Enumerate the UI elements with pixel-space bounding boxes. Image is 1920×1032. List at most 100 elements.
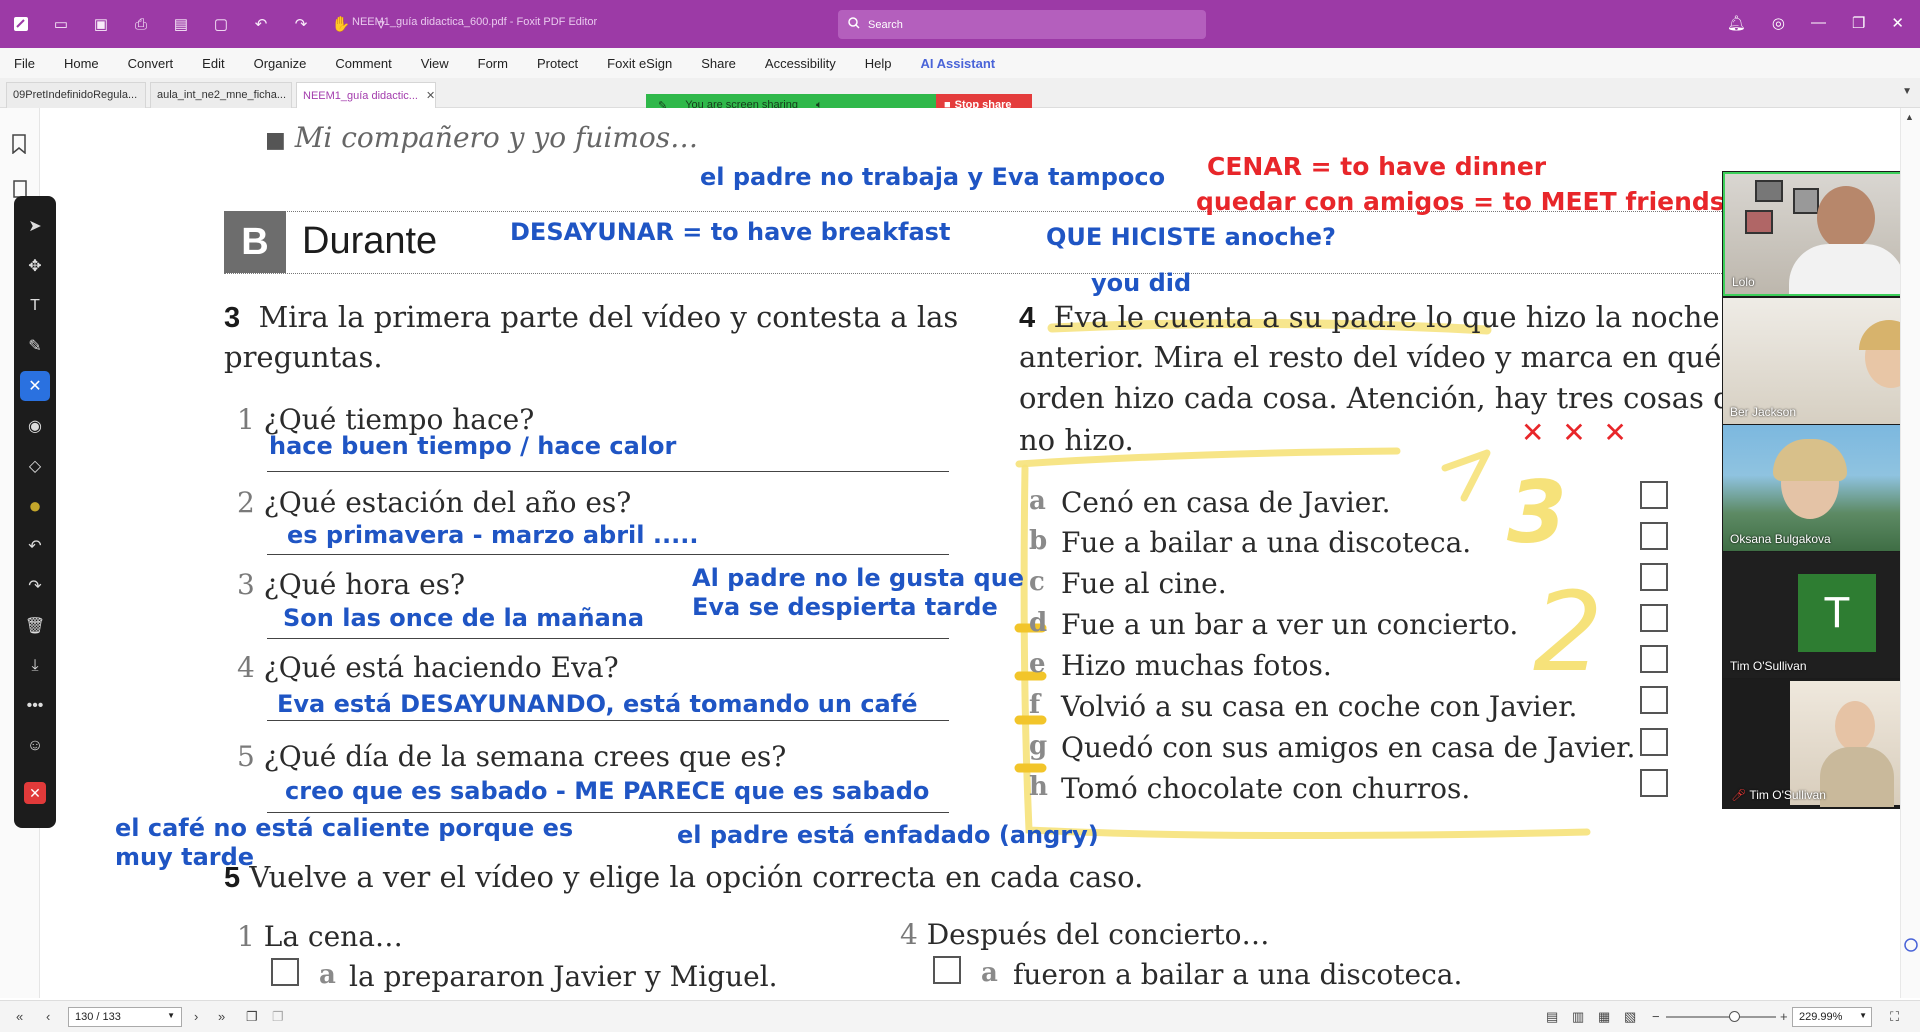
video-tile-ber-jackson[interactable]: Ber Jackson bbox=[1723, 298, 1919, 424]
menu-form[interactable]: Form bbox=[478, 56, 508, 71]
facing-view-icon[interactable]: ▦ bbox=[1598, 1009, 1610, 1025]
menu-help[interactable]: Help bbox=[865, 56, 892, 71]
zoom-slider-thumb[interactable] bbox=[1729, 1011, 1741, 1022]
menu-file[interactable]: File bbox=[14, 56, 35, 71]
menu-protect[interactable]: Protect bbox=[537, 56, 578, 71]
page-dropdown-icon[interactable]: ▼ bbox=[167, 1011, 175, 1020]
video-tile-lolo[interactable]: Lolo bbox=[1723, 172, 1919, 296]
fullscreen-icon[interactable]: ⛶ bbox=[1890, 1009, 1899, 1025]
menu-view[interactable]: View bbox=[421, 56, 449, 71]
first-page-icon[interactable]: « bbox=[16, 1009, 23, 1024]
save-icon[interactable]: ▣ bbox=[92, 15, 110, 33]
answer-annotation: Eva está DESAYUNANDO, está tomando un ca… bbox=[277, 690, 918, 718]
participant-name: Ber Jackson bbox=[1730, 405, 1797, 419]
close-toolbox-icon[interactable]: ✕ bbox=[24, 782, 46, 804]
scroll-up-icon[interactable]: ▲ bbox=[1905, 112, 1914, 122]
hand-tool-icon[interactable]: ✋ bbox=[332, 15, 351, 33]
close-icon[interactable]: ✕ bbox=[1891, 14, 1904, 32]
restore-icon[interactable]: ❐ bbox=[1852, 14, 1865, 32]
zoom-dropdown-icon[interactable]: ▼ bbox=[1859, 1011, 1867, 1020]
menu-ai-assistant[interactable]: AI Assistant bbox=[920, 56, 995, 71]
page-number-input[interactable]: 130 / 133 ▼ bbox=[68, 1007, 182, 1027]
video-tile-tim-camera[interactable]: 🎤︎ Tim O'Sullivan bbox=[1723, 679, 1919, 807]
video-tile-oksana[interactable]: Oksana Bulgakova bbox=[1723, 425, 1919, 551]
next-page-icon[interactable]: › bbox=[194, 1009, 198, 1024]
previous-page-icon[interactable]: ‹ bbox=[46, 1009, 50, 1024]
menu-edit[interactable]: Edit bbox=[202, 56, 224, 71]
exercise-4-line-3: orden hizo cada cosa. Atención, hay tres… bbox=[1019, 381, 1722, 415]
participant-icon[interactable]: ☺ bbox=[20, 726, 50, 766]
option-checkbox[interactable] bbox=[271, 958, 299, 986]
print-icon[interactable]: ⎙ bbox=[132, 15, 150, 33]
option-checkbox[interactable] bbox=[1640, 728, 1668, 756]
search-input[interactable]: Search bbox=[838, 10, 1206, 39]
menu-home[interactable]: Home bbox=[64, 56, 99, 71]
option-letter: b bbox=[1029, 526, 1048, 556]
zoom-in-icon[interactable]: + bbox=[1780, 1009, 1788, 1024]
undo-icon[interactable]: ↶ bbox=[252, 15, 270, 33]
move-icon[interactable]: ✥ bbox=[20, 246, 50, 286]
compare-icon[interactable]: ❐ bbox=[272, 1009, 284, 1025]
ai-assistant-icon[interactable] bbox=[1904, 938, 1918, 952]
tab-document-3[interactable]: NEEM1_guía didactic... ✕ bbox=[296, 82, 436, 108]
menu-convert[interactable]: Convert bbox=[128, 56, 174, 71]
option-checkbox[interactable] bbox=[1640, 645, 1668, 673]
option-checkbox[interactable] bbox=[1640, 686, 1668, 714]
tab-document-1[interactable]: 09PretIndefinidoRegula... bbox=[6, 82, 146, 108]
redo-icon[interactable]: ↷ bbox=[292, 15, 310, 33]
option-checkbox[interactable] bbox=[933, 956, 961, 984]
zoom-out-icon[interactable]: − bbox=[1652, 1009, 1660, 1024]
vertical-scrollbar[interactable]: ▲ bbox=[1900, 108, 1920, 998]
menu-share[interactable]: Share bbox=[701, 56, 736, 71]
menu-accessibility[interactable]: Accessibility bbox=[765, 56, 836, 71]
cross-tool-icon[interactable]: ✕ bbox=[20, 371, 50, 401]
video-tile-tim-avatar[interactable]: T Tim O'Sullivan bbox=[1723, 552, 1919, 678]
new-doc-icon[interactable]: ▤ bbox=[172, 15, 190, 33]
tab-document-2[interactable]: aula_int_ne2_mne_ficha... bbox=[150, 82, 292, 108]
select-arrow-icon[interactable]: ➤ bbox=[20, 206, 50, 246]
more-icon[interactable]: ••• bbox=[20, 686, 50, 726]
close-tab-icon[interactable]: ✕ bbox=[426, 90, 435, 102]
option-letter: f bbox=[1029, 690, 1041, 720]
option-checkbox[interactable] bbox=[1640, 769, 1668, 797]
option-checkbox[interactable] bbox=[1640, 604, 1668, 632]
bell-icon[interactable]: 🔔︎ bbox=[1727, 14, 1746, 32]
zoom-level-input[interactable]: 229.99% ▼ bbox=[1792, 1007, 1872, 1027]
pen-icon[interactable]: ✎ bbox=[20, 326, 50, 366]
tab-label: NEEM1_guía didactic... bbox=[303, 90, 418, 102]
annotation-text: CENAR = to have dinner bbox=[1207, 152, 1547, 181]
person-head bbox=[1817, 186, 1875, 250]
continuous-view-icon[interactable]: ▥ bbox=[1572, 1009, 1584, 1025]
minimize-icon[interactable]: — bbox=[1811, 14, 1826, 32]
zoom-slider[interactable] bbox=[1666, 1011, 1776, 1022]
redo-annotation-icon[interactable]: ↷ bbox=[20, 566, 50, 606]
option-text: Fue a un bar a ver un concierto. bbox=[1061, 608, 1519, 641]
cover-view-icon[interactable]: ▧ bbox=[1624, 1009, 1636, 1025]
menu-organize[interactable]: Organize bbox=[254, 56, 307, 71]
menu-comment[interactable]: Comment bbox=[335, 56, 391, 71]
annotation-text: QUE HICISTE anoche? bbox=[1046, 223, 1336, 251]
text-tool-icon[interactable]: T bbox=[20, 286, 50, 326]
option-checkbox[interactable] bbox=[1640, 522, 1668, 550]
eraser-icon[interactable]: ◇ bbox=[20, 446, 50, 486]
exercise-4-line-4: no hizo. bbox=[1019, 423, 1134, 457]
trash-icon[interactable]: 🗑︎ bbox=[20, 606, 50, 646]
wall-frame bbox=[1793, 188, 1819, 214]
account-icon[interactable]: ◎ bbox=[1772, 14, 1785, 32]
pdf-page[interactable]: ■ Mi compañero y yo fuimos… B Durante 3 … bbox=[67, 108, 1722, 1000]
color-picker-icon[interactable]: ● bbox=[20, 486, 50, 526]
option-checkbox[interactable] bbox=[1640, 563, 1668, 591]
bookmark-icon[interactable] bbox=[11, 134, 29, 156]
last-page-icon[interactable]: » bbox=[218, 1009, 225, 1024]
spotlight-icon[interactable]: ◉ bbox=[20, 406, 50, 446]
tabs-dropdown-icon[interactable]: ▼ bbox=[1902, 86, 1912, 97]
option-checkbox[interactable] bbox=[1640, 481, 1668, 509]
download-icon[interactable]: ⤓ bbox=[20, 646, 50, 686]
create-icon[interactable]: ▢ bbox=[212, 15, 230, 33]
copy-page-icon[interactable]: ❐ bbox=[246, 1009, 258, 1025]
foxit-logo-icon[interactable] bbox=[12, 15, 30, 33]
undo-annotation-icon[interactable]: ↶ bbox=[20, 526, 50, 566]
open-folder-icon[interactable]: ▭ bbox=[52, 15, 70, 33]
menu-foxit-esign[interactable]: Foxit eSign bbox=[607, 56, 672, 71]
single-page-view-icon[interactable]: ▤ bbox=[1546, 1009, 1558, 1025]
